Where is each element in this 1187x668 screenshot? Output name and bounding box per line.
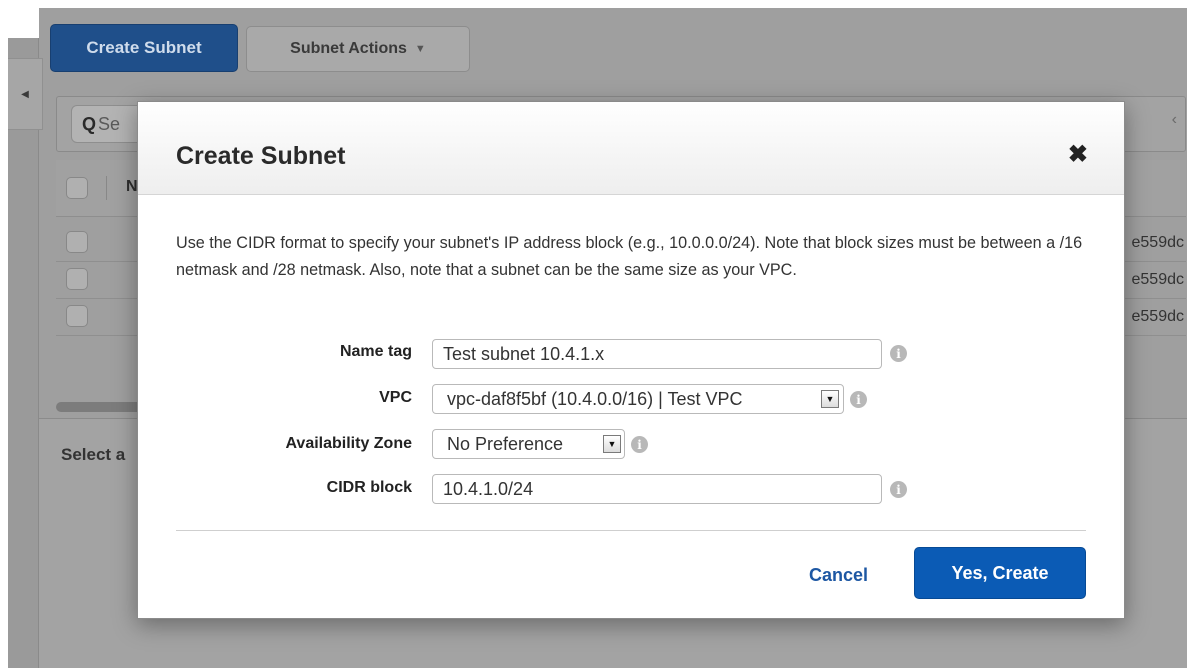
horizontal-scrollbar[interactable] (56, 402, 146, 412)
cancel-button[interactable]: Cancel (809, 565, 868, 586)
dialog-title: Create Subnet (176, 142, 346, 170)
availability-zone-label: Availability Zone (285, 435, 412, 452)
subnet-actions-label: Subnet Actions (290, 40, 407, 57)
info-icon[interactable]: i (850, 391, 867, 408)
dropdown-arrow-icon[interactable]: ▼ (821, 390, 839, 408)
search-icon: Q (82, 113, 97, 134)
availability-zone-select-value: No Preference (447, 433, 564, 454)
close-icon[interactable]: ✖ (1068, 140, 1088, 169)
row-id: e559dc (1131, 234, 1185, 251)
dropdown-arrow-icon[interactable]: ▼ (603, 435, 621, 453)
cidr-block-input[interactable] (432, 474, 882, 504)
row-checkbox[interactable] (66, 268, 88, 290)
screen: ◀ Create Subnet Subnet Actions ▼ Q Se ‹ … (0, 0, 1187, 668)
detail-placeholder-text: Select a (61, 445, 126, 464)
left-frame (0, 0, 8, 668)
vpc-label: VPC (379, 389, 412, 406)
caret-left-icon: ◀ (21, 88, 29, 100)
select-all-checkbox[interactable] (66, 177, 88, 199)
column-divider (106, 176, 107, 200)
dialog-description: Use the CIDR format to specify your subn… (176, 234, 1083, 279)
info-icon[interactable]: i (631, 436, 648, 453)
top-frame (0, 0, 1187, 8)
vpc-select-value: vpc-daf8f5bf (10.4.0.0/16) | Test VPC (447, 388, 743, 409)
create-subnet-button[interactable]: Create Subnet (50, 24, 238, 72)
row-id: e559dc (1131, 271, 1185, 288)
column-header-name[interactable]: N (126, 178, 138, 196)
chevron-down-icon: ▼ (414, 43, 426, 55)
cidr-block-label: CIDR block (326, 479, 412, 496)
left-rail: ◀ (8, 38, 43, 668)
info-icon[interactable]: i (890, 345, 907, 362)
name-tag-input[interactable] (432, 339, 882, 369)
dialog-footer-divider (176, 530, 1086, 531)
chevron-left-icon[interactable]: ‹ (1172, 111, 1177, 129)
search-text: Se (98, 113, 121, 134)
row-checkbox[interactable] (66, 305, 88, 327)
collapse-sidebar-button[interactable]: ◀ (8, 58, 43, 130)
row-id: e559dc (1131, 308, 1185, 325)
name-tag-label: Name tag (339, 343, 412, 360)
yes-create-button[interactable]: Yes, Create (914, 547, 1086, 599)
vpc-select[interactable]: vpc-daf8f5bf (10.4.0.0/16) | Test VPC ▼ (432, 384, 844, 414)
dialog-header: Create Subnet ✖ (138, 102, 1124, 195)
create-subnet-dialog: Create Subnet ✖ Use the CIDR format to s… (137, 101, 1125, 619)
info-icon[interactable]: i (890, 481, 907, 498)
subnet-actions-dropdown[interactable]: Subnet Actions ▼ (246, 26, 470, 72)
row-checkbox[interactable] (66, 231, 88, 253)
availability-zone-select[interactable]: No Preference ▼ (432, 429, 625, 459)
